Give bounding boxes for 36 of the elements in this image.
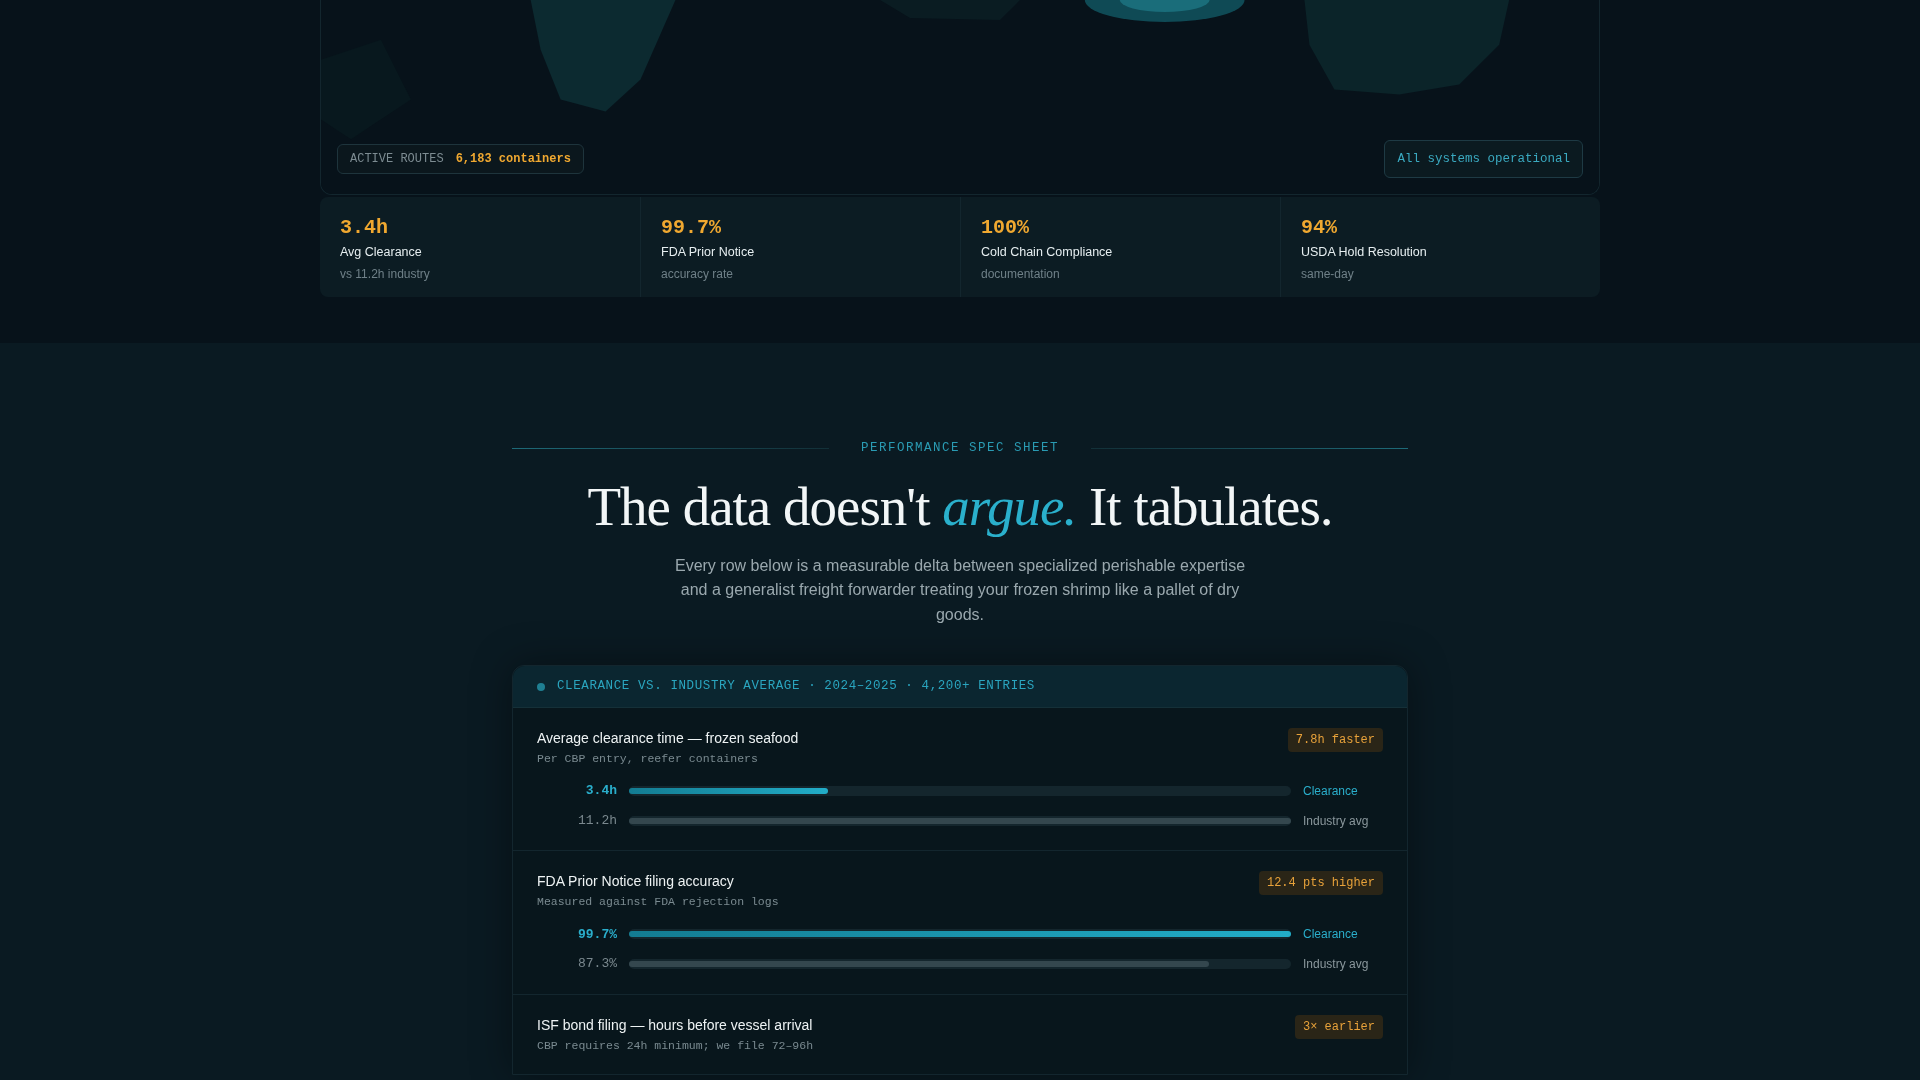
section-eyebrow: PERFORMANCE SPEC SHEET — [861, 439, 1059, 457]
card-title: CLEARANCE VS. INDUSTRY AVERAGE · 2024–2025 · 4,200+ ENTRIES — [557, 678, 1035, 696]
bar-label: Industry avg — [1303, 812, 1370, 830]
stat-value: 100% — [981, 215, 1030, 241]
stat-label: USDA Hold Resolution — [1301, 244, 1428, 261]
delta-badge: 7.8h faster — [1287, 728, 1383, 752]
intro-paragraph: Every row below is a measurable delta between specialized perishable expertise and a generalist freight forwarder treating your frozen shrimp like a pallet of dry goods. — [673, 555, 1247, 625]
status-badge: All systems operational — [1384, 140, 1583, 178]
bar-reading: 11.2h — [577, 811, 617, 830]
metric-subtitle: Per CBP entry, reefer containers — [537, 751, 759, 767]
active-routes-label: ACTIVE ROUTES — [350, 151, 444, 168]
headline: The data doesn't argue. It tabulates. — [586, 474, 1334, 539]
stat-note: accuracy rate — [661, 265, 735, 283]
bar-label: Clearance — [1303, 783, 1359, 800]
bar-label: Clearance — [1303, 926, 1359, 944]
bar-reading: 87.3% — [577, 955, 617, 973]
stat-label: Cold Chain Compliance — [981, 244, 1114, 261]
stat-label: FDA Prior Notice — [661, 244, 756, 261]
stat-note: vs 11.2h industry — [340, 265, 431, 283]
stat-label: Avg Clearance — [340, 244, 423, 261]
active-routes-count: 6,183 containers — [455, 151, 571, 168]
bar-label: Industry avg — [1303, 955, 1370, 973]
metric-title: Average clearance time — frozen seafood — [537, 729, 799, 748]
metric-title: ISF bond filing — hours before vessel arrival — [537, 1015, 814, 1035]
bar-reading: 99.7% — [577, 925, 617, 944]
delta-badge: 12.4 pts higher — [1258, 871, 1383, 896]
stat-value: 3.4h — [340, 215, 389, 241]
metric-subtitle: CBP requires 24h minimum; we file 72–96h — [537, 1037, 814, 1054]
stat-note: documentation — [981, 265, 1061, 283]
bar-reading: 3.4h — [584, 782, 617, 801]
stat-value: 94% — [1301, 215, 1338, 241]
metric-title: FDA Prior Notice filing accuracy — [537, 872, 735, 892]
stat-value: 99.7% — [661, 215, 722, 241]
stat-note: same-day — [1301, 265, 1355, 283]
delta-badge: 3× earlier — [1295, 1014, 1383, 1039]
metric-subtitle: Measured against FDA rejection logs — [537, 894, 779, 911]
